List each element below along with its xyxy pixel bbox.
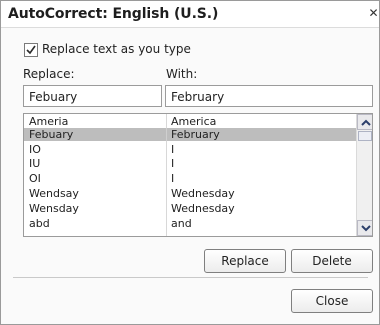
row-with-text: and — [171, 217, 192, 230]
row-replace-text: Wensday — [29, 202, 79, 215]
delete-button[interactable]: Delete — [291, 249, 373, 273]
with-label: With: — [166, 67, 198, 81]
close-button[interactable]: Close — [291, 289, 373, 313]
list-row[interactable]: Wensday Wednesday — [24, 202, 356, 215]
list-row[interactable]: Wendsay Wednesday — [24, 187, 356, 200]
replace-as-you-type-label: Replace text as you type — [42, 42, 191, 56]
title-bar: AutoCorrect: English (U.S.) ✕ — [1, 1, 379, 28]
row-replace-text: IO — [29, 143, 41, 156]
row-with-text: Wednesday — [171, 187, 235, 200]
row-with-text: I — [171, 157, 175, 170]
row-replace-text: Ameria — [29, 115, 69, 128]
row-with-text: February — [171, 128, 220, 141]
checkmark-icon — [26, 45, 36, 55]
replace-as-you-type-checkbox[interactable] — [24, 43, 38, 57]
with-field[interactable]: February — [165, 85, 373, 107]
row-replace-text: IU — [29, 157, 41, 170]
list-row[interactable]: Ameria America — [24, 115, 356, 128]
row-with-text: Wednesday — [171, 202, 235, 215]
list-row[interactable]: abd and — [24, 217, 356, 230]
list-row[interactable]: OI I — [24, 172, 356, 185]
divider — [13, 277, 368, 278]
window-title: AutoCorrect: English (U.S.) — [8, 6, 219, 22]
replace-field[interactable]: Febuary — [23, 85, 162, 107]
list-row[interactable]: IU I — [24, 157, 356, 170]
row-replace-text: Wendsay — [29, 187, 79, 200]
cell-separator — [166, 128, 167, 141]
vertical-scrollbar[interactable] — [356, 114, 372, 236]
close-icon[interactable]: ✕ — [367, 7, 380, 20]
chevron-down-icon — [361, 225, 371, 232]
row-replace-text: Febuary — [29, 128, 74, 141]
scrollbar-thumb[interactable] — [358, 131, 372, 141]
scroll-up-button[interactable] — [357, 114, 372, 130]
scroll-down-button[interactable] — [357, 220, 372, 236]
row-with-text: I — [171, 143, 175, 156]
chevron-up-icon — [361, 119, 371, 126]
list-row[interactable]: IO I — [24, 143, 356, 156]
autocorrect-entries-list[interactable]: Ameria America Febuary February IO I IU … — [23, 113, 373, 237]
autocorrect-dialog: AutoCorrect: English (U.S.) ✕ Replace te… — [0, 0, 380, 325]
replace-label: Replace: — [23, 67, 75, 81]
row-replace-text: OI — [29, 172, 41, 185]
list-row-selected[interactable]: Febuary February — [24, 128, 356, 141]
row-replace-text: abd — [29, 217, 50, 230]
row-with-text: America — [171, 115, 217, 128]
row-with-text: I — [171, 172, 175, 185]
replace-button[interactable]: Replace — [204, 249, 286, 273]
